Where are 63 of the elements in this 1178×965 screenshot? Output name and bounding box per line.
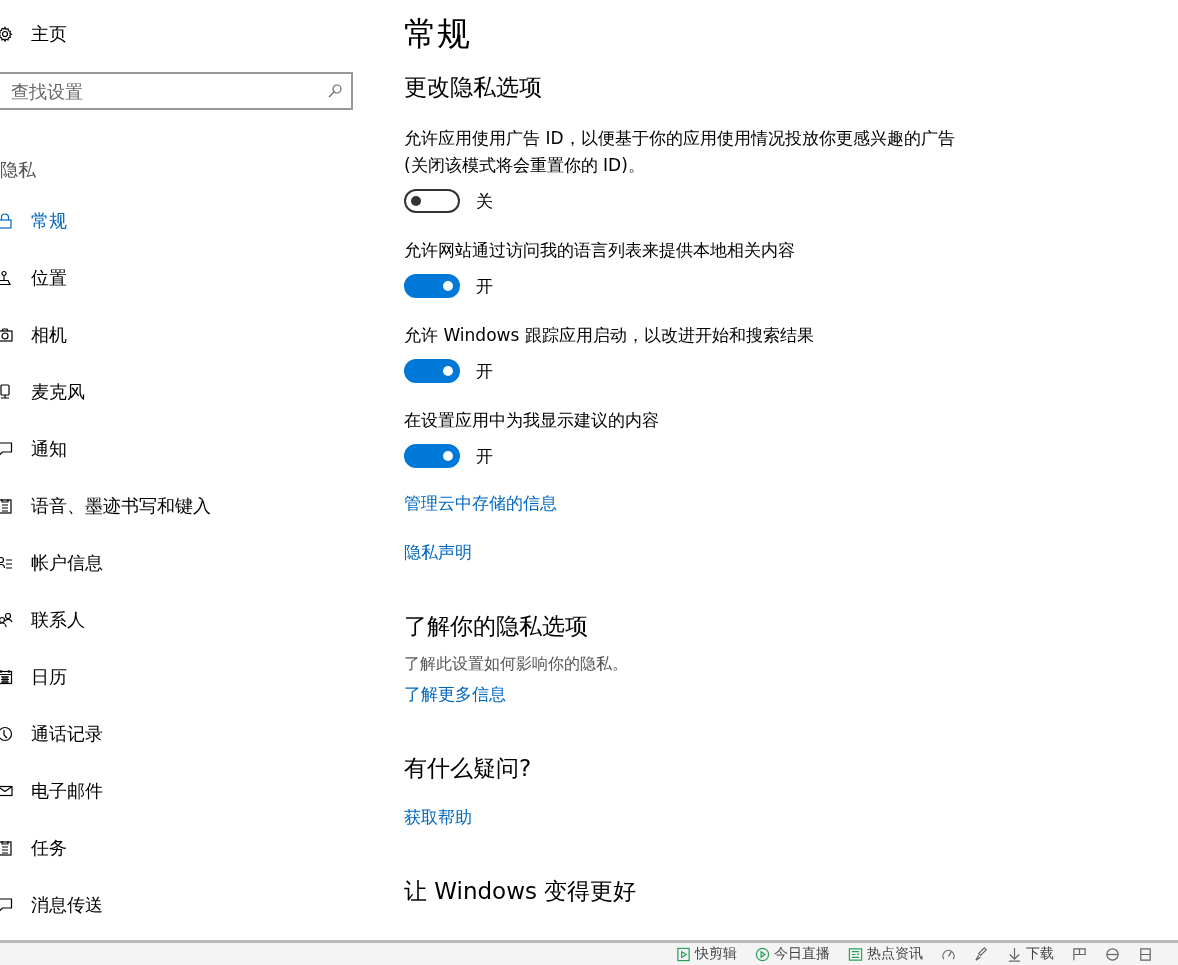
globe-icon[interactable] (1105, 946, 1120, 962)
section-heading: 让 Windows 变得更好 (404, 877, 638, 906)
nav-item[interactable]: 麦克风 (0, 363, 353, 420)
link[interactable]: 获取帮助 (404, 806, 472, 829)
panel-icon[interactable] (1138, 946, 1153, 962)
account-list-icon (0, 554, 13, 571)
toggle-state: 开 (476, 274, 493, 298)
camera-icon (0, 326, 13, 343)
gear-icon (0, 26, 13, 42)
option-label: 允许 Windows 跟踪应用启动，以改进开始和搜索结果 (404, 324, 815, 347)
search-field[interactable]: 查找设置 (0, 72, 353, 110)
play-circle-icon (755, 946, 770, 962)
toggle-switch[interactable] (404, 274, 460, 298)
nav-item[interactable]: 消息传送 (0, 876, 353, 933)
toolbar-button[interactable]: 下载 (1007, 945, 1054, 963)
toggle-switch[interactable] (404, 444, 460, 468)
page-title: 常规 (404, 13, 471, 55)
clipboard-icon (0, 497, 13, 514)
nav-item[interactable]: 任务 (0, 819, 353, 876)
toggle-state: 关 (476, 189, 493, 213)
link[interactable]: 隐私声明 (404, 541, 472, 564)
search-icon (327, 83, 343, 99)
nav-item[interactable]: 日历 (0, 648, 353, 705)
nav-item[interactable]: 通知 (0, 420, 353, 477)
people-icon (0, 611, 13, 628)
toggle-state: 开 (476, 444, 493, 468)
microphone-icon (0, 383, 13, 400)
nav-item[interactable]: 帐户信息 (0, 534, 353, 591)
link[interactable]: 管理云中存储的信息 (404, 492, 557, 515)
section-title: 隐私 (0, 158, 37, 182)
option-label: 允许网站通过访问我的语言列表来提供本地相关内容 (404, 239, 796, 262)
speech-bubble-icon (0, 440, 13, 457)
newspaper-icon (848, 946, 863, 962)
person-pin-icon (0, 269, 13, 286)
toggle-switch[interactable] (404, 359, 460, 383)
home-link[interactable]: 主页 (0, 17, 353, 51)
toolbar-button[interactable]: 今日直播 (755, 945, 830, 963)
nav-item[interactable]: 通话记录 (0, 705, 353, 762)
nav-item[interactable]: 电子邮件 (0, 762, 353, 819)
toolbar-button[interactable]: 快剪辑 (676, 945, 737, 963)
option-label: 在设置应用中为我显示建议的内容 (404, 409, 660, 432)
toggle-switch[interactable] (404, 189, 460, 213)
nav-item[interactable]: 常规 (0, 192, 353, 249)
play-icon (676, 946, 691, 962)
calendar-icon (0, 668, 13, 685)
lock-icon (0, 212, 13, 229)
section-heading: 有什么疑问? (404, 754, 533, 783)
clipboard-icon (0, 839, 13, 856)
nav-item[interactable]: 相机 (0, 306, 353, 363)
clock-icon (0, 725, 13, 742)
link[interactable]: 了解更多信息 (404, 683, 506, 706)
window-icon[interactable] (1072, 946, 1087, 962)
nav-item[interactable]: 语音、墨迹书写和键入 (0, 477, 353, 534)
toolbar-button[interactable]: 热点资讯 (848, 945, 923, 963)
description: 了解此设置如何影响你的隐私。 (404, 654, 629, 675)
nav-item[interactable]: 位置 (0, 249, 353, 306)
speech-bubble-icon (0, 896, 13, 913)
nav-item[interactable]: 联系人 (0, 591, 353, 648)
section-heading: 了解你的隐私选项 (404, 612, 589, 641)
download-icon (1007, 946, 1022, 962)
section-heading: 更改隐私选项 (404, 73, 543, 102)
toggle-state: 开 (476, 359, 493, 383)
option-label: 允许应用使用广告 ID，以便基于你的应用使用情况投放你更感兴趣的广告(关闭该模式将会重置你的 ID)。 (404, 127, 956, 177)
